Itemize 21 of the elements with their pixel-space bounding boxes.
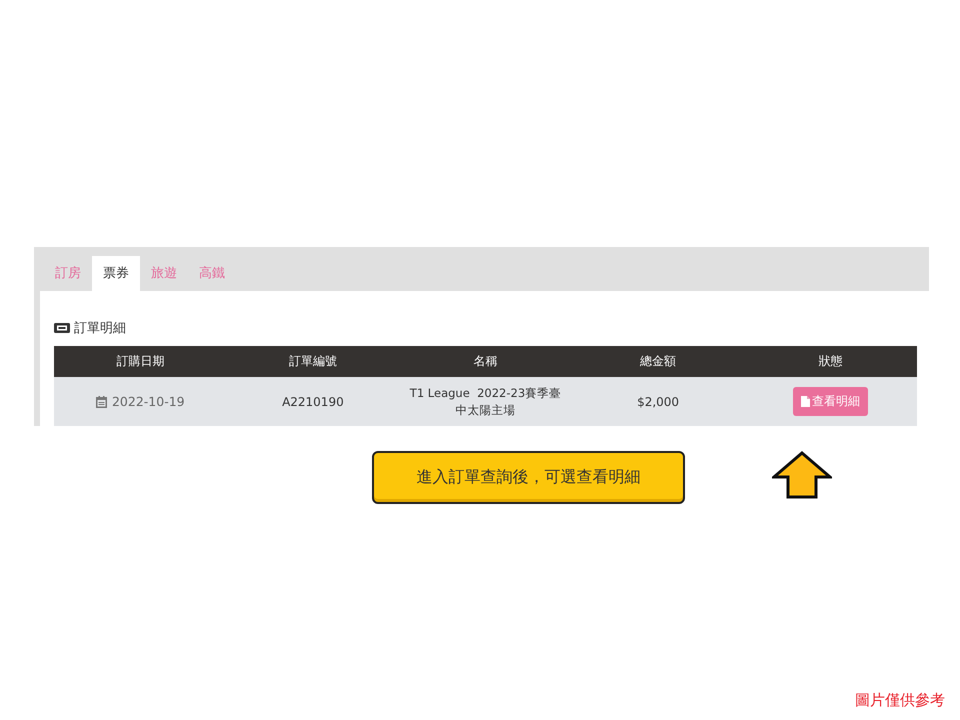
date-text: 2022-10-19	[112, 394, 185, 409]
tab[interactable]: 高鐵	[188, 256, 236, 291]
up-arrow-icon	[772, 451, 832, 499]
view-details-button[interactable]: 查看明細	[793, 387, 868, 416]
document-icon	[801, 396, 810, 407]
disclaimer-note: 圖片僅供參考	[855, 691, 945, 710]
table-cell: T1 League 2022-23賽季臺中太陽主場	[409, 384, 562, 418]
callout-box: 進入訂單查詢後，可選查看明細	[372, 451, 685, 504]
column-header: 總金額	[639, 353, 678, 370]
calendar-icon	[96, 396, 107, 408]
column-header: 訂購日期	[115, 353, 166, 370]
column-header: 名稱	[472, 353, 498, 370]
ticket-icon	[54, 323, 70, 333]
tab[interactable]: 訂房	[44, 256, 92, 291]
column-header: 訂單編號	[288, 353, 338, 370]
tab[interactable]: 票券	[92, 256, 140, 291]
column-header: 狀態	[818, 353, 844, 370]
tab[interactable]: 旅遊	[140, 256, 188, 291]
table-cell-text: A2210190	[281, 394, 345, 408]
table-cell-text: $2,000	[636, 394, 680, 408]
section-title: 訂單明細	[74, 320, 126, 337]
